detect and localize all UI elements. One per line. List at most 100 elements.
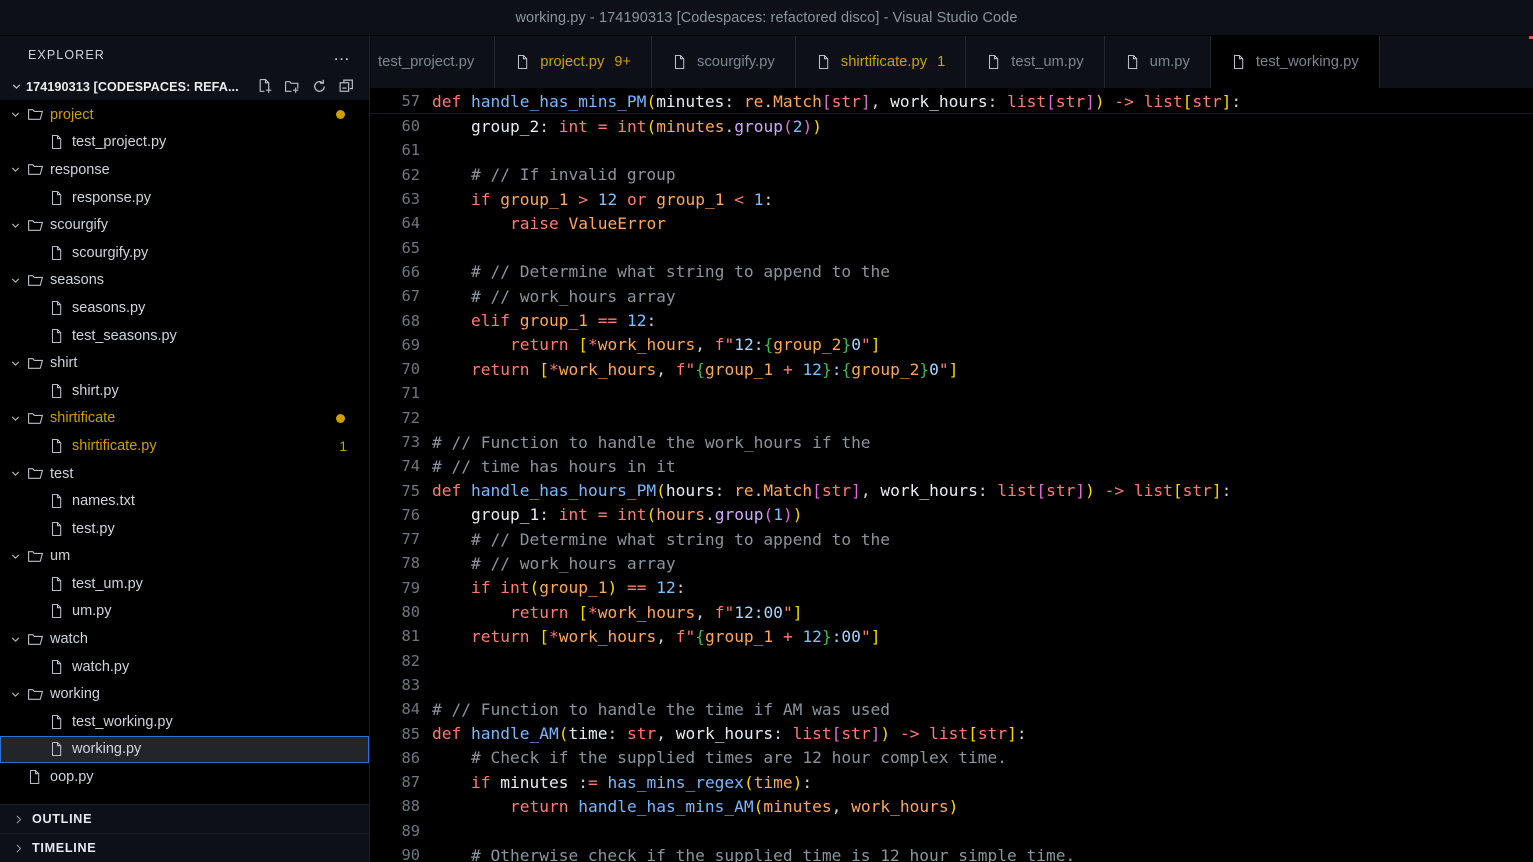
tree-file-test-seasons-py[interactable]: test_seasons.py [0,322,369,350]
tree-folder-working[interactable]: working [0,680,369,708]
workbench-body: EXPLORER … 174190313 [CODESPACES: REFA..… [0,36,1533,862]
code-line: 78 # // work_hours array [370,551,1533,575]
tree-item-label: seasons.py [68,300,145,316]
tree-folder-response[interactable]: response [0,156,369,184]
tree-item-label: shirtificate [46,410,115,426]
tree-file-um-py[interactable]: um.py [0,598,369,626]
new-folder-icon[interactable] [284,78,301,95]
line-number: 75 [370,482,432,500]
sidebar-section-label: OUTLINE [32,812,92,826]
tree-file-shirt-py[interactable]: shirt.py [0,377,369,405]
refresh-explorer-icon[interactable] [311,78,328,95]
line-number: 65 [370,239,432,257]
editor-area: test_project.py project.py9+ scourgify.py s… [370,36,1533,862]
editor-tab-scourgify-py[interactable]: scourgify.py [652,36,796,88]
tree-file-test-project-py[interactable]: test_project.py [0,129,369,157]
tree-item-label: scourgify [46,217,108,233]
file-icon [46,134,68,150]
new-file-icon[interactable] [257,78,274,95]
sidebar-section-outline[interactable]: OUTLINE [0,804,369,833]
tree-file-working-py[interactable]: working.py [0,736,369,764]
explorer-root-folder[interactable]: 174190313 [CODESPACES: REFA... [0,73,369,100]
tree-file-shirtificate-py[interactable]: shirtificate.py1 [0,432,369,460]
tree-file-seasons-py[interactable]: seasons.py [0,294,369,322]
code-text: return [*work_hours, f"12:{group_2}0"] [432,335,880,354]
code-line: 62 # // If invalid group [370,163,1533,187]
tree-item-label: watch.py [68,659,129,675]
tree-item-label: test_um.py [68,576,143,592]
editor-tab-um-py[interactable]: um.py [1105,36,1211,88]
file-icon [46,383,68,399]
tab-label: test_project.py [378,54,474,70]
code-text: # // Determine what string to append to … [432,262,890,281]
tree-item-label: working [46,686,100,702]
chevron-down-icon [6,688,24,701]
editor-tab-test-project-py[interactable]: test_project.py [370,36,495,88]
code-text: return [*work_hours, f"{group_1 + 12}:{g… [432,360,958,379]
code-line: 60 group_2: int = int(minutes.group(2)) [370,114,1533,138]
chevron-down-icon [6,412,24,425]
tree-item-label: oop.py [46,769,94,785]
tree-folder-watch[interactable]: watch [0,625,369,653]
code-content[interactable]: 60 group_2: int = int(minutes.group(2))6… [370,114,1533,862]
tree-file-test-um-py[interactable]: test_um.py [0,570,369,598]
tab-label: scourgify.py [697,54,775,70]
tree-folder-shirt[interactable]: shirt [0,349,369,377]
line-number: 88 [370,797,432,815]
file-icon [46,603,68,619]
tree-folder-seasons[interactable]: seasons [0,267,369,295]
line-number: 60 [370,117,432,135]
tree-item-label: response.py [68,190,151,206]
line-number: 89 [370,822,432,840]
tree-file-names-txt[interactable]: names.txt [0,487,369,515]
tab-label: test_working.py [1256,54,1359,70]
tree-folder-um[interactable]: um [0,543,369,571]
file-icon [1125,54,1141,70]
line-number: 82 [370,652,432,670]
tree-file-test-working-py[interactable]: test_working.py [0,708,369,736]
tree-file-watch-py[interactable]: watch.py [0,653,369,681]
sticky-scroll-header[interactable]: 57def handle_has_mins_PM(minutes: re.Mat… [370,88,1533,114]
code-line: 65 [370,235,1533,259]
tree-folder-test[interactable]: test [0,460,369,488]
line-number: 67 [370,287,432,305]
editor-tab-bar: test_project.py project.py9+ scourgify.py s… [370,36,1533,88]
explorer-root-label: 174190313 [CODESPACES: REFA... [26,80,249,94]
explorer-more-actions-icon[interactable]: … [333,50,351,60]
collapse-folders-icon[interactable] [338,78,355,95]
editor-tab-test-working-py[interactable]: test_working.py [1211,36,1380,88]
folder-modified-dot [336,414,345,423]
chevron-down-icon [6,357,24,370]
editor-tab-test-um-py[interactable]: test_um.py [966,36,1104,88]
code-editor[interactable]: 57def handle_has_mins_PM(minutes: re.Mat… [370,88,1533,862]
tree-folder-scourgify[interactable]: scourgify [0,211,369,239]
line-number: 62 [370,166,432,184]
editor-tab-shirtificate-py[interactable]: shirtificate.py1 [796,36,966,88]
line-number: 78 [370,554,432,572]
code-line: 64 raise ValueError [370,211,1533,235]
code-line: 74# // time has hours in it [370,454,1533,478]
folder-icon [24,410,46,427]
code-line: 80 return [*work_hours, f"12:00"] [370,600,1533,624]
file-icon [672,54,688,70]
tree-folder-shirtificate[interactable]: shirtificate [0,405,369,433]
code-text: return handle_has_mins_AM(minutes, work_… [432,797,958,816]
folder-icon [24,106,46,123]
vscode-window: working.py - 174190313 [Codespaces: refa… [0,0,1533,862]
tree-item-label: test_seasons.py [68,328,177,344]
editor-tab-project-py[interactable]: project.py9+ [495,36,652,88]
sidebar-section-timeline[interactable]: TIMELINE [0,833,369,862]
tree-file-scourgify-py[interactable]: scourgify.py [0,239,369,267]
sidebar-section-label: TIMELINE [32,841,96,855]
explorer-header: EXPLORER … [0,36,369,73]
tree-folder-project[interactable]: project [0,101,369,129]
tree-file-oop-py[interactable]: oop.py [0,763,369,791]
code-line: 63 if group_1 > 12 or group_1 < 1: [370,187,1533,211]
tree-file-test-py[interactable]: test.py [0,515,369,543]
line-number: 64 [370,214,432,232]
code-text: # // Function to handle the time if AM w… [432,700,890,719]
tree-file-response-py[interactable]: response.py [0,184,369,212]
code-text: # // If invalid group [432,165,676,184]
code-text: # // time has hours in it [432,457,676,476]
problem-count-badge: 1 [339,438,347,454]
